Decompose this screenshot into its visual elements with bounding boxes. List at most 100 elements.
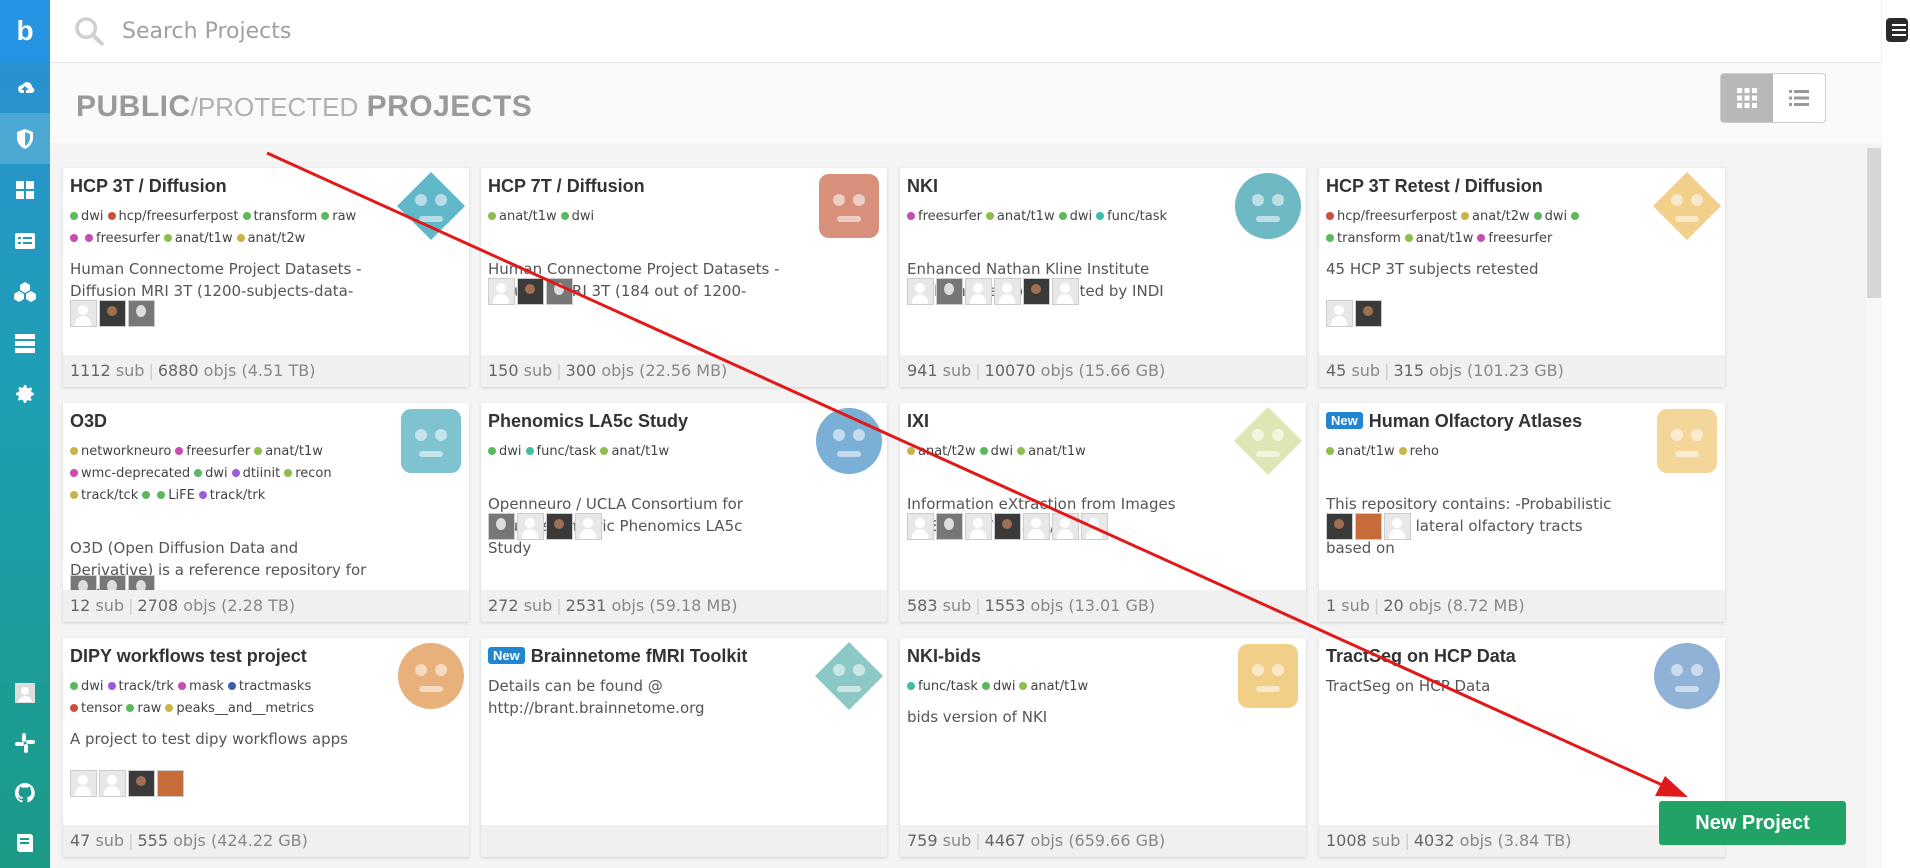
project-avatar-icon [1234, 407, 1302, 475]
menu-icon[interactable] [1886, 18, 1908, 42]
member-avatar[interactable] [128, 300, 155, 327]
member-avatars [907, 513, 1108, 540]
member-avatar[interactable] [128, 770, 155, 797]
project-card[interactable]: HCP 3T / Diffusion dwi hcp/freesurferpost t… [63, 168, 469, 387]
project-title[interactable]: NKI-bids [907, 646, 981, 667]
project-title[interactable]: DIPY workflows test project [70, 646, 307, 667]
datatype-tags: networkneuro freesurfer anat/t1w wmc-deprec… [70, 441, 370, 507]
member-avatar[interactable] [488, 278, 515, 305]
sub-label: sub [115, 361, 145, 380]
member-avatar[interactable] [575, 513, 602, 540]
project-card[interactable]: HCP 7T / Diffusion anat/t1w dwi Human Conne… [481, 168, 887, 387]
sidebar-item-gear[interactable] [0, 368, 50, 419]
tag-label: tractmasks [238, 679, 312, 694]
member-avatar[interactable] [488, 513, 515, 540]
project-name: NKI-bids [907, 646, 981, 666]
tag-label: recon [295, 466, 332, 481]
project-title[interactable]: NKI [907, 176, 938, 197]
member-avatar[interactable] [994, 513, 1021, 540]
stats-divider: | [148, 361, 154, 380]
sidebar-item-shield[interactable] [0, 113, 50, 164]
member-avatar[interactable] [1081, 513, 1108, 540]
member-avatar[interactable] [70, 770, 97, 797]
project-stats: 1 sub | 20 objs (8.72 MB) [1319, 590, 1725, 622]
objs-count: 10070 [984, 361, 1036, 380]
datatype-tag: networkneuro [70, 441, 171, 463]
project-card[interactable]: DIPY workflows test project dwi track/trk m… [63, 638, 469, 857]
member-avatar[interactable] [157, 770, 184, 797]
member-avatar[interactable] [70, 300, 97, 327]
tag-dot [175, 447, 184, 455]
app-logo[interactable]: b [0, 0, 50, 62]
member-avatar[interactable] [1326, 513, 1353, 540]
project-card[interactable]: O3D networkneuro freesurfer anat/t1w wmc-dep… [63, 403, 469, 622]
project-title[interactable]: HCP 7T / Diffusion [488, 176, 645, 197]
scrollbar[interactable] [1866, 148, 1882, 868]
sidebar-item-dashboard[interactable] [0, 164, 50, 215]
member-avatar[interactable] [907, 513, 934, 540]
member-avatar[interactable] [1355, 513, 1382, 540]
list-view-button[interactable] [1773, 74, 1825, 122]
project-title[interactable]: TractSeg on HCP Data [1326, 646, 1516, 667]
member-avatar[interactable] [517, 278, 544, 305]
project-card[interactable]: NKI-bids func/task dwi anat/t1w bids version… [900, 638, 1306, 857]
member-avatar[interactable] [936, 513, 963, 540]
member-avatar[interactable] [1052, 278, 1079, 305]
member-avatar[interactable] [517, 513, 544, 540]
tag-dot [1571, 212, 1580, 220]
project-title[interactable]: IXI [907, 411, 929, 432]
project-card[interactable]: HCP 3T Retest / Diffusion hcp/freesurferp… [1319, 168, 1725, 387]
shield-icon [17, 128, 33, 149]
member-avatar[interactable] [965, 513, 992, 540]
tag-label: dwi [1544, 209, 1568, 224]
sidebar-item-user-avatar[interactable] [0, 668, 50, 718]
sidebar-item-book[interactable] [0, 818, 50, 868]
tag-label: track/trk [209, 488, 266, 503]
sidebar-item-list[interactable] [0, 215, 50, 266]
member-avatar[interactable] [1384, 513, 1411, 540]
storage-size: (13.01 GB) [1068, 596, 1156, 615]
sub-label: sub [1371, 831, 1401, 850]
member-avatar[interactable] [99, 770, 126, 797]
sub-label: sub [942, 596, 972, 615]
sidebar-item-cubes[interactable] [0, 266, 50, 317]
search-input[interactable] [120, 17, 724, 45]
new-project-button[interactable]: New Project [1659, 801, 1846, 845]
project-card[interactable]: IXI anat/t2w dwi anat/t1w Information eXtrac… [900, 403, 1306, 622]
sidebar-item-github[interactable] [0, 768, 50, 818]
member-avatar[interactable] [936, 278, 963, 305]
member-avatar[interactable] [1355, 300, 1382, 327]
member-avatar[interactable] [1023, 513, 1050, 540]
project-title[interactable]: HCP 3T / Diffusion [70, 176, 227, 197]
member-avatar[interactable] [99, 300, 126, 327]
datatype-tag: freesurfer [175, 441, 250, 463]
project-title[interactable]: New Brainnetome fMRI Toolkit [488, 646, 747, 667]
project-title[interactable]: O3D [70, 411, 107, 432]
member-avatar[interactable] [907, 278, 934, 305]
dashboard-icon [16, 180, 34, 199]
scrollbar-thumb[interactable] [1867, 148, 1881, 298]
objs-count: 300 [565, 361, 597, 380]
member-avatar[interactable] [1326, 300, 1353, 327]
member-avatar[interactable] [1052, 513, 1079, 540]
project-card[interactable]: Phenomics LA5c Study dwi func/task anat/t1w… [481, 403, 887, 622]
member-avatar[interactable] [546, 513, 573, 540]
member-avatar[interactable] [994, 278, 1021, 305]
member-avatar[interactable] [965, 278, 992, 305]
project-title[interactable]: New Human Olfactory Atlases [1326, 411, 1582, 432]
project-card[interactable]: New Human Olfactory Atlases anat/t1w reho Th… [1319, 403, 1725, 622]
sidebar-item-slack[interactable] [0, 718, 50, 768]
project-card[interactable]: New Brainnetome fMRI Toolkit Details can b… [481, 638, 887, 857]
member-avatar[interactable] [546, 278, 573, 305]
project-card[interactable]: NKI freesurfer anat/t1w dwi func/task Enhance… [900, 168, 1306, 387]
sidebar-item-cloud-upload[interactable] [0, 62, 50, 113]
sidebar-item-server[interactable] [0, 317, 50, 368]
project-stats: 150 sub | 300 objs (22.56 MB) [481, 355, 887, 387]
grid-view-button[interactable] [1721, 74, 1773, 122]
sub-count: 12 [70, 596, 91, 615]
tag-label: reho [1409, 444, 1439, 459]
tag-label: freesurfer [918, 209, 982, 224]
project-title[interactable]: HCP 3T Retest / Diffusion [1326, 176, 1543, 197]
member-avatar[interactable] [1023, 278, 1050, 305]
project-title[interactable]: Phenomics LA5c Study [488, 411, 688, 432]
